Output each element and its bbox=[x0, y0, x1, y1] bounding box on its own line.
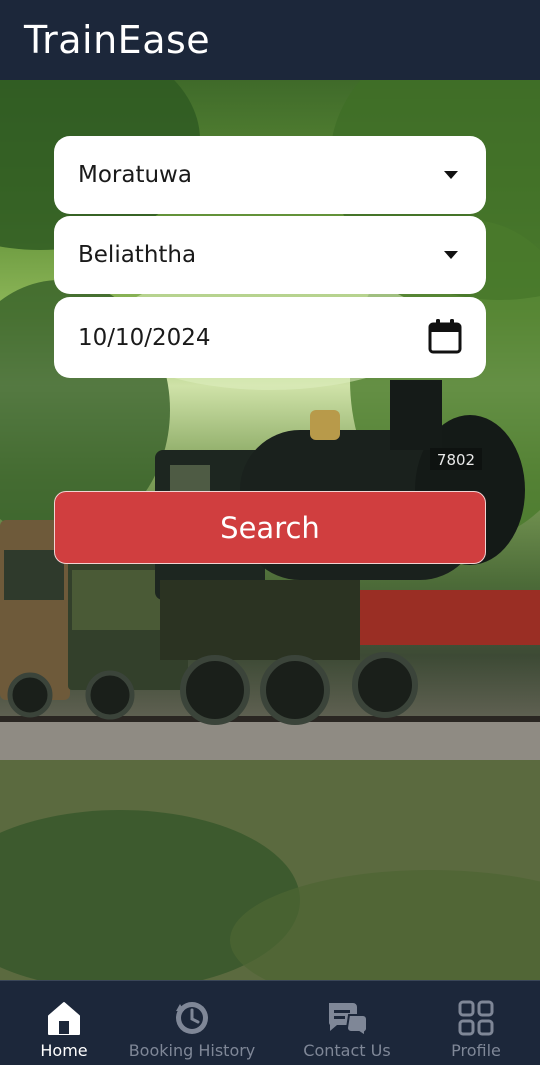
to-station-select[interactable]: Beliaththa bbox=[54, 216, 486, 294]
nav-label-contact-us: Contact Us bbox=[303, 1041, 391, 1060]
bottom-nav: Home Booking History Contact Us Profile bbox=[0, 980, 540, 1065]
nav-item-contact-us[interactable]: Contact Us bbox=[296, 981, 398, 1065]
from-station-value: Moratuwa bbox=[78, 162, 192, 188]
date-field[interactable]: 10/10/2024 bbox=[54, 297, 486, 378]
nav-label-profile: Profile bbox=[451, 1041, 501, 1060]
date-value: 10/10/2024 bbox=[78, 324, 211, 351]
app-bar: TrainEase bbox=[0, 0, 540, 80]
train-number-plate: 7802 bbox=[437, 451, 475, 469]
grid-icon bbox=[458, 1000, 494, 1036]
nav-item-booking-history[interactable]: Booking History bbox=[120, 981, 264, 1065]
app-title: TrainEase bbox=[24, 18, 211, 62]
to-station-value: Beliaththa bbox=[78, 242, 197, 268]
search-button[interactable]: Search bbox=[54, 491, 486, 564]
home-icon bbox=[48, 1002, 80, 1035]
from-station-select[interactable]: Moratuwa bbox=[54, 136, 486, 214]
dropdown-arrow-icon bbox=[444, 251, 458, 259]
nav-label-booking-history: Booking History bbox=[128, 1041, 256, 1060]
dropdown-arrow-icon bbox=[444, 171, 458, 179]
nav-label-home: Home bbox=[40, 1041, 88, 1060]
history-icon bbox=[176, 1002, 208, 1034]
nav-item-home[interactable]: Home bbox=[28, 981, 100, 1065]
calendar-icon[interactable] bbox=[428, 318, 462, 358]
nav-item-profile[interactable]: Profile bbox=[440, 981, 512, 1065]
chat-icon bbox=[329, 1003, 368, 1037]
